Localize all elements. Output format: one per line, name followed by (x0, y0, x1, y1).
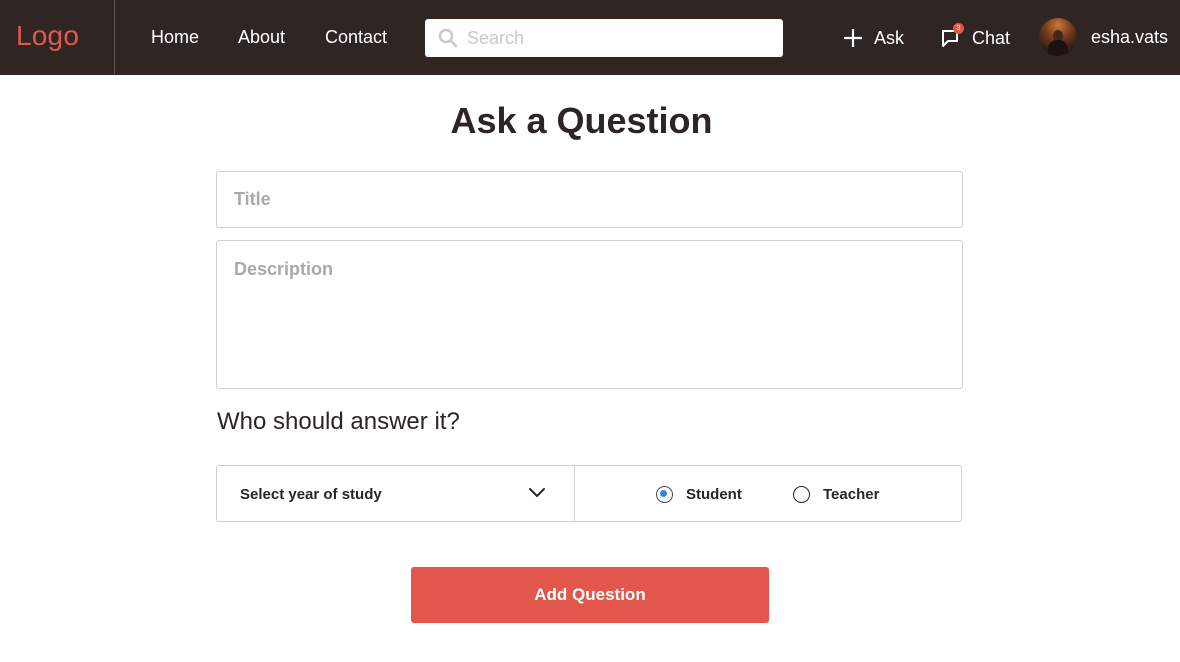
radio-teacher[interactable]: Teacher (793, 484, 879, 504)
description-textarea[interactable] (216, 240, 963, 389)
search-box[interactable] (425, 19, 783, 57)
audience-options: Select year of study Student Teacher (216, 465, 962, 522)
year-select-label: Select year of study (240, 486, 382, 503)
username[interactable]: esha.vats (1091, 27, 1168, 48)
plus-icon (843, 28, 863, 48)
nav-link-about[interactable]: About (238, 27, 285, 48)
radio-student[interactable]: Student (656, 484, 742, 504)
chevron-down-icon (528, 486, 546, 500)
avatar[interactable] (1039, 18, 1077, 56)
radio-student-label: Student (686, 485, 742, 503)
chat-button[interactable]: 3 Chat (940, 23, 1010, 53)
radio-student-indicator[interactable] (656, 485, 673, 503)
radio-teacher-label: Teacher (823, 485, 880, 503)
title-input[interactable] (216, 171, 963, 228)
ask-label: Ask (874, 27, 905, 48)
audience-question-label: Who should answer it? (217, 408, 460, 435)
options-divider (574, 466, 575, 521)
year-of-study-select[interactable]: Select year of study (217, 466, 575, 521)
radio-teacher-indicator[interactable] (793, 485, 810, 503)
chat-notification-badge: 3 (953, 23, 964, 34)
nav-link-home[interactable]: Home (151, 27, 199, 48)
logo[interactable]: Logo (16, 20, 79, 52)
page-title: Ask a Question (450, 100, 713, 141)
nav-link-contact[interactable]: Contact (325, 27, 387, 48)
chat-icon: 3 (940, 23, 964, 50)
top-navbar: Logo Home About Contact Ask 3 Chat (0, 0, 1180, 75)
search-icon (438, 28, 458, 48)
add-question-button[interactable]: Add Question (411, 567, 769, 623)
chat-label: Chat (972, 27, 1011, 48)
search-input[interactable] (467, 19, 772, 57)
nav-divider (114, 0, 115, 75)
ask-button[interactable]: Ask (843, 23, 904, 53)
